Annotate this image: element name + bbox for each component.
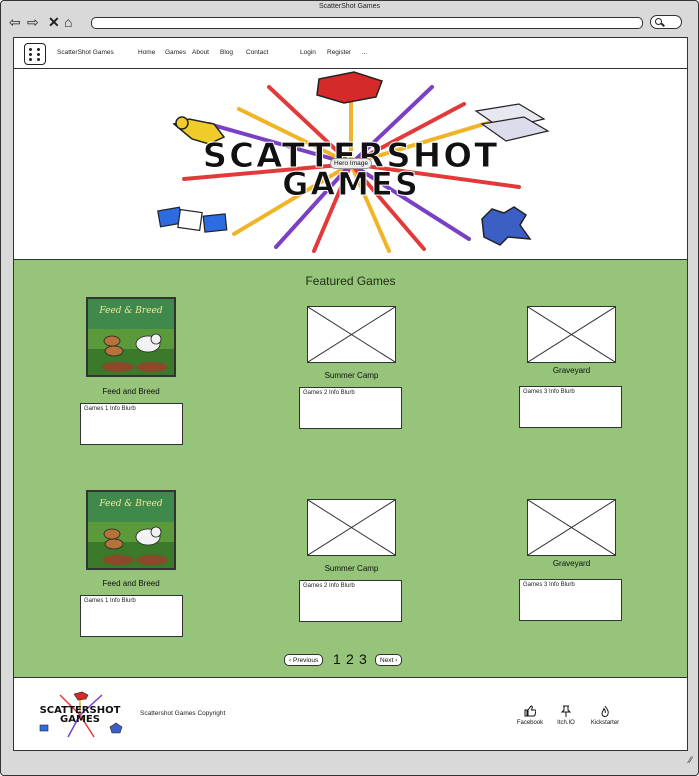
resize-grip-icon[interactable]: ⁄⁄ [689, 755, 692, 765]
image-placeholder-icon [527, 499, 616, 556]
nav-about[interactable]: About [192, 49, 209, 56]
nav-more[interactable]: ... [362, 49, 367, 56]
copyright-text: Scattershot Games Copyright [140, 710, 226, 717]
game-title-summer-camp[interactable]: Summer Camp [307, 564, 396, 573]
nav-home[interactable]: Home [138, 49, 155, 56]
flame-icon [601, 705, 609, 718]
social-itchio[interactable]: Itch.IO [546, 705, 586, 726]
game-blurb: Games 1 Info Blurb [80, 403, 183, 445]
game-blurb: Games 2 Info Blurb [299, 387, 402, 429]
search-icon [655, 18, 662, 25]
footer-logo-line2: GAMES [60, 714, 100, 725]
social-label: Kickstarter [590, 720, 620, 726]
address-bar[interactable] [91, 17, 643, 29]
window-title: ScatterShot Games [318, 3, 381, 10]
game-thumbnail-placeholder[interactable] [527, 499, 616, 556]
feed-and-breed-art: Feed & Breed [88, 299, 174, 375]
social-label: Facebook [516, 720, 544, 726]
browser-status-bar: ⁄⁄ [1, 753, 698, 775]
hero-logo-line2: GAMES [282, 165, 420, 203]
feed-and-breed-art: Feed & Breed [88, 492, 174, 568]
nav-games[interactable]: Games [165, 49, 186, 56]
image-placeholder-icon [307, 306, 396, 363]
game-art-title: Feed & Breed [98, 499, 162, 509]
x-icon[interactable]: ✕ [48, 14, 60, 30]
pager-previous-label: Previous [292, 657, 319, 664]
nav-register[interactable]: Register [327, 49, 351, 56]
home-icon[interactable]: ⌂ [64, 14, 72, 30]
pager-next-label: Next [380, 657, 394, 664]
nav-login[interactable]: Login [300, 49, 316, 56]
game-title-feed-and-breed[interactable]: Feed and Breed [86, 579, 176, 588]
site-footer: SCATTERSHOT GAMES Scattershot Games Copy… [14, 679, 687, 750]
social-label: Itch.IO [557, 720, 575, 726]
game-blurb: Games 3 Info Blurb [519, 386, 622, 428]
chevron-right-icon: › [393, 657, 398, 664]
game-blurb: Games 1 Info Blurb [80, 595, 183, 637]
site-header: ScatterShot Games Home Games About Blog … [14, 38, 687, 69]
pager-page-2[interactable]: 2 [346, 651, 354, 667]
game-title-summer-camp[interactable]: Summer Camp [307, 371, 396, 380]
browser-search-button[interactable] [650, 15, 682, 29]
game-thumbnail-placeholder[interactable] [527, 306, 616, 363]
brand-name[interactable]: ScatterShot Games [57, 49, 114, 56]
thumbs-up-icon [524, 705, 537, 717]
game-thumbnail-placeholder[interactable] [307, 499, 396, 556]
browser-toolbar: ⇦ ⇨ ✕ ⌂ [1, 12, 698, 34]
footer-logo[interactable]: SCATTERSHOT GAMES [30, 691, 130, 739]
game-thumbnail-feed-and-breed[interactable]: Feed & Breed [86, 297, 176, 377]
game-blurb: Games 2 Info Blurb [299, 580, 402, 622]
pager-next-button[interactable]: Next › [375, 654, 403, 666]
nav-contact[interactable]: Contact [246, 49, 268, 56]
featured-title: Featured Games [305, 274, 396, 288]
hero-image-label: Hero Image [330, 158, 372, 169]
game-thumbnail-placeholder[interactable] [307, 306, 396, 363]
pager-page-1[interactable]: 1 [333, 651, 341, 667]
game-art-title: Feed & Breed [98, 306, 162, 316]
game-title-graveyard[interactable]: Graveyard [527, 366, 616, 375]
browser-window: ScatterShot Games ⇦ ⇨ ✕ ⌂ ScatterShot Ga… [0, 0, 699, 776]
featured-games-section: Featured Games Feed & Breed Feed and Bre… [14, 260, 687, 678]
pager-previous-button[interactable]: ‹ Previous [284, 654, 324, 666]
game-title-graveyard[interactable]: Graveyard [527, 559, 616, 568]
hero-section: SCATTERSHOT GAMES Hero Image [14, 69, 687, 260]
arrow-right-icon[interactable]: ⇨ [27, 14, 39, 30]
pager-page-3[interactable]: 3 [359, 651, 367, 667]
nav-blog[interactable]: Blog [220, 49, 233, 56]
arrow-left-icon[interactable]: ⇦ [9, 14, 21, 30]
image-placeholder-icon [527, 306, 616, 363]
game-blurb: Games 3 Info Blurb [519, 579, 622, 621]
social-kickstarter[interactable]: Kickstarter [585, 705, 625, 726]
game-thumbnail-feed-and-breed[interactable]: Feed & Breed [86, 490, 176, 570]
game-title-feed-and-breed[interactable]: Feed and Breed [86, 387, 176, 396]
dice-menu-icon[interactable] [24, 43, 46, 65]
page-viewport: ScatterShot Games Home Games About Blog … [13, 37, 688, 751]
image-placeholder-icon [307, 499, 396, 556]
pin-icon [560, 705, 572, 717]
social-facebook[interactable]: Facebook [510, 705, 550, 726]
